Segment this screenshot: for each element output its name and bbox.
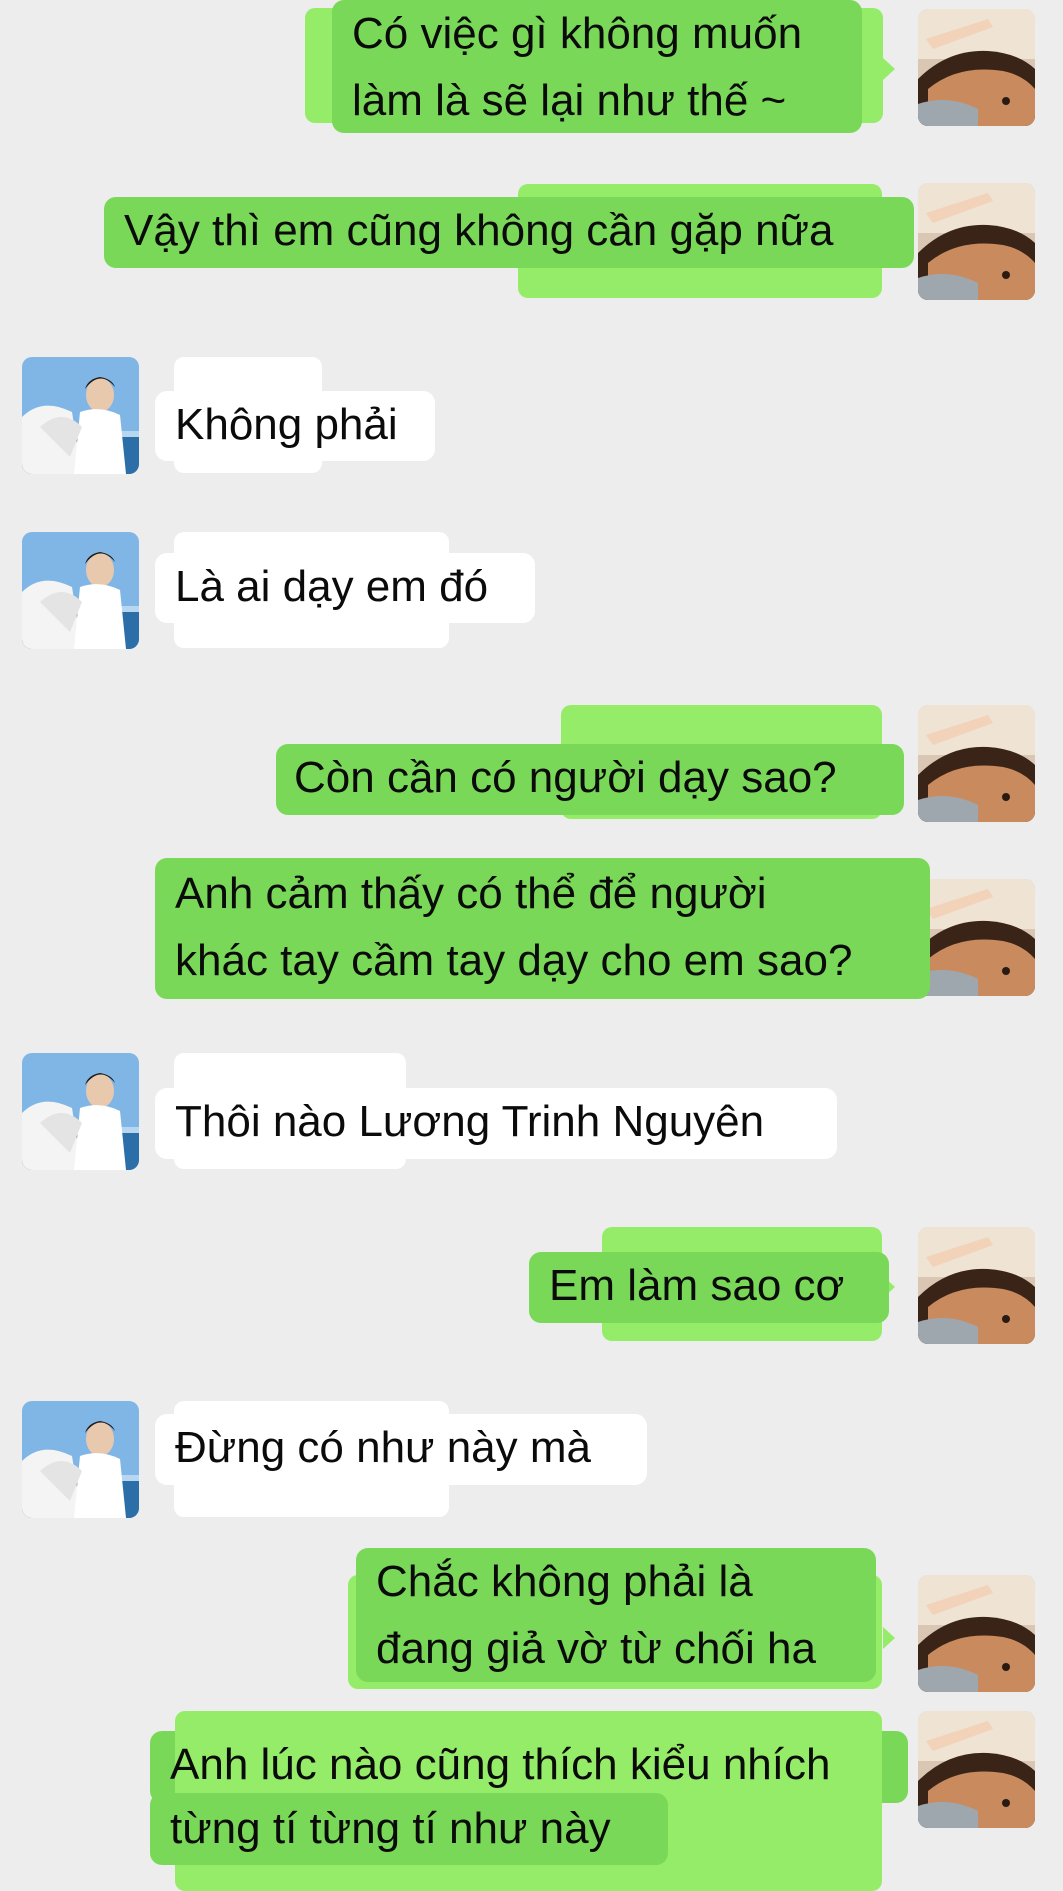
message-line: từng tí từng tí như này [150, 1793, 668, 1865]
avatar-image [918, 705, 1035, 822]
avatar-image [918, 1227, 1035, 1344]
avatar-me[interactable] [918, 9, 1035, 126]
avatar-image [918, 1575, 1035, 1692]
message-bubble-received[interactable]: Không phải [155, 391, 435, 461]
avatar-me[interactable] [918, 1575, 1035, 1692]
message-bubble-received[interactable]: Thôi nào Lương Trinh Nguyên [155, 1088, 837, 1159]
message-bubble-received[interactable]: Là ai dạy em đó [155, 553, 535, 623]
avatar-me[interactable] [918, 879, 1035, 996]
message-bubble-sent[interactable]: Còn cần có người dạy sao? [276, 744, 904, 815]
avatar-image [22, 1401, 139, 1518]
avatar-other[interactable] [22, 357, 139, 474]
message-bubble-sent[interactable]: Em làm sao cơ [529, 1252, 889, 1323]
avatar-image [918, 1711, 1035, 1828]
message-bubble-received[interactable]: Đừng có như này mà [155, 1414, 647, 1485]
avatar-me[interactable] [918, 1711, 1035, 1828]
avatar-image [22, 357, 139, 474]
avatar-image [22, 1053, 139, 1170]
avatar-me[interactable] [918, 183, 1035, 300]
bubble-tail [883, 1627, 895, 1649]
avatar-image [918, 183, 1035, 300]
avatar-image [918, 9, 1035, 126]
message-line: Anh lúc nào cũng thích kiểu nhích [170, 1740, 831, 1789]
message-bubble-sent[interactable]: Anh cảm thấy có thể để người khác tay cầ… [155, 858, 930, 999]
message-bubble-sent[interactable]: Chắc không phải là đang giả vờ từ chối h… [356, 1548, 876, 1682]
message-bubble-sent[interactable]: Có việc gì không muốn làm là sẽ lại như … [332, 0, 862, 133]
avatar-other[interactable] [22, 532, 139, 649]
message-bubble-sent[interactable]: Anh lúc nào cũng thích kiểu nhích từng tí… [150, 1731, 908, 1865]
avatar-image [918, 879, 1035, 996]
chat-area[interactable]: Có việc gì không muốn làm là sẽ lại như … [0, 0, 1063, 1891]
avatar-image [22, 532, 139, 649]
avatar-me[interactable] [918, 1227, 1035, 1344]
avatar-me[interactable] [918, 705, 1035, 822]
avatar-other[interactable] [22, 1053, 139, 1170]
bubble-tail [883, 58, 895, 80]
avatar-other[interactable] [22, 1401, 139, 1518]
message-bubble-sent[interactable]: Vậy thì em cũng không cần gặp nữa [104, 197, 914, 268]
